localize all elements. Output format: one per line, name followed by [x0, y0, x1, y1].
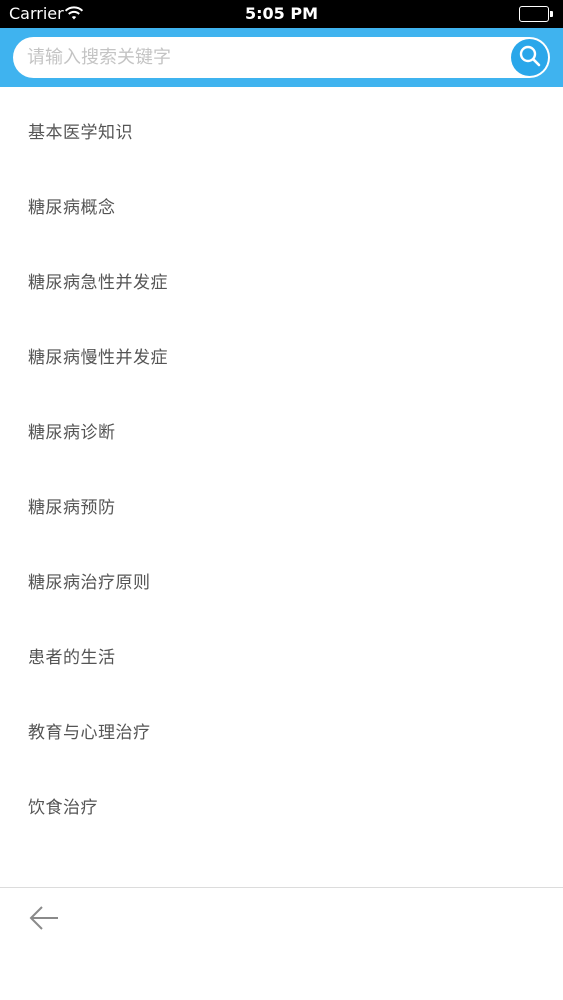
search-button[interactable] [511, 39, 548, 76]
list-item[interactable]: 患者的生活 [0, 612, 563, 687]
list-item[interactable]: 糖尿病治疗原则 [0, 537, 563, 612]
list-item-label: 糖尿病预防 [28, 498, 116, 518]
search-input[interactable] [27, 37, 497, 78]
list-item-label: 糖尿病概念 [28, 198, 116, 218]
list-item-label: 基本医学知识 [28, 123, 133, 143]
search-box [13, 37, 550, 78]
list-item-label: 患者的生活 [28, 648, 116, 668]
topic-list: 基本医学知识 糖尿病概念 糖尿病急性并发症 糖尿病慢性并发症 糖尿病诊断 糖尿病… [0, 87, 563, 887]
list-item[interactable]: 基本医学知识 [0, 87, 563, 162]
list-item-label: 糖尿病诊断 [28, 423, 116, 443]
list-item[interactable]: 教育与心理治疗 [0, 687, 563, 762]
search-icon [518, 44, 542, 72]
search-header [0, 28, 563, 87]
list-item-label: 教育与心理治疗 [28, 723, 151, 743]
list-item-label: 饮食治疗 [28, 798, 98, 818]
bottom-toolbar [0, 887, 563, 1000]
list-item-label: 糖尿病慢性并发症 [28, 348, 168, 368]
list-item[interactable]: 糖尿病预防 [0, 462, 563, 537]
back-button[interactable] [24, 902, 64, 938]
status-bar: Carrier 5:05 PM [0, 0, 563, 28]
list-item[interactable]: 饮食治疗 [0, 762, 563, 837]
list-item[interactable]: 糖尿病诊断 [0, 387, 563, 462]
clock-time: 5:05 PM [244, 4, 318, 23]
battery-icon [519, 6, 553, 22]
list-item[interactable]: 糖尿病急性并发症 [0, 237, 563, 312]
list-item-label: 糖尿病急性并发症 [28, 273, 168, 293]
arrow-left-icon [28, 904, 60, 936]
list-item[interactable]: 糖尿病概念 [0, 162, 563, 237]
list-item[interactable]: 糖尿病慢性并发症 [0, 312, 563, 387]
list-item-label: 糖尿病治疗原则 [28, 573, 151, 593]
